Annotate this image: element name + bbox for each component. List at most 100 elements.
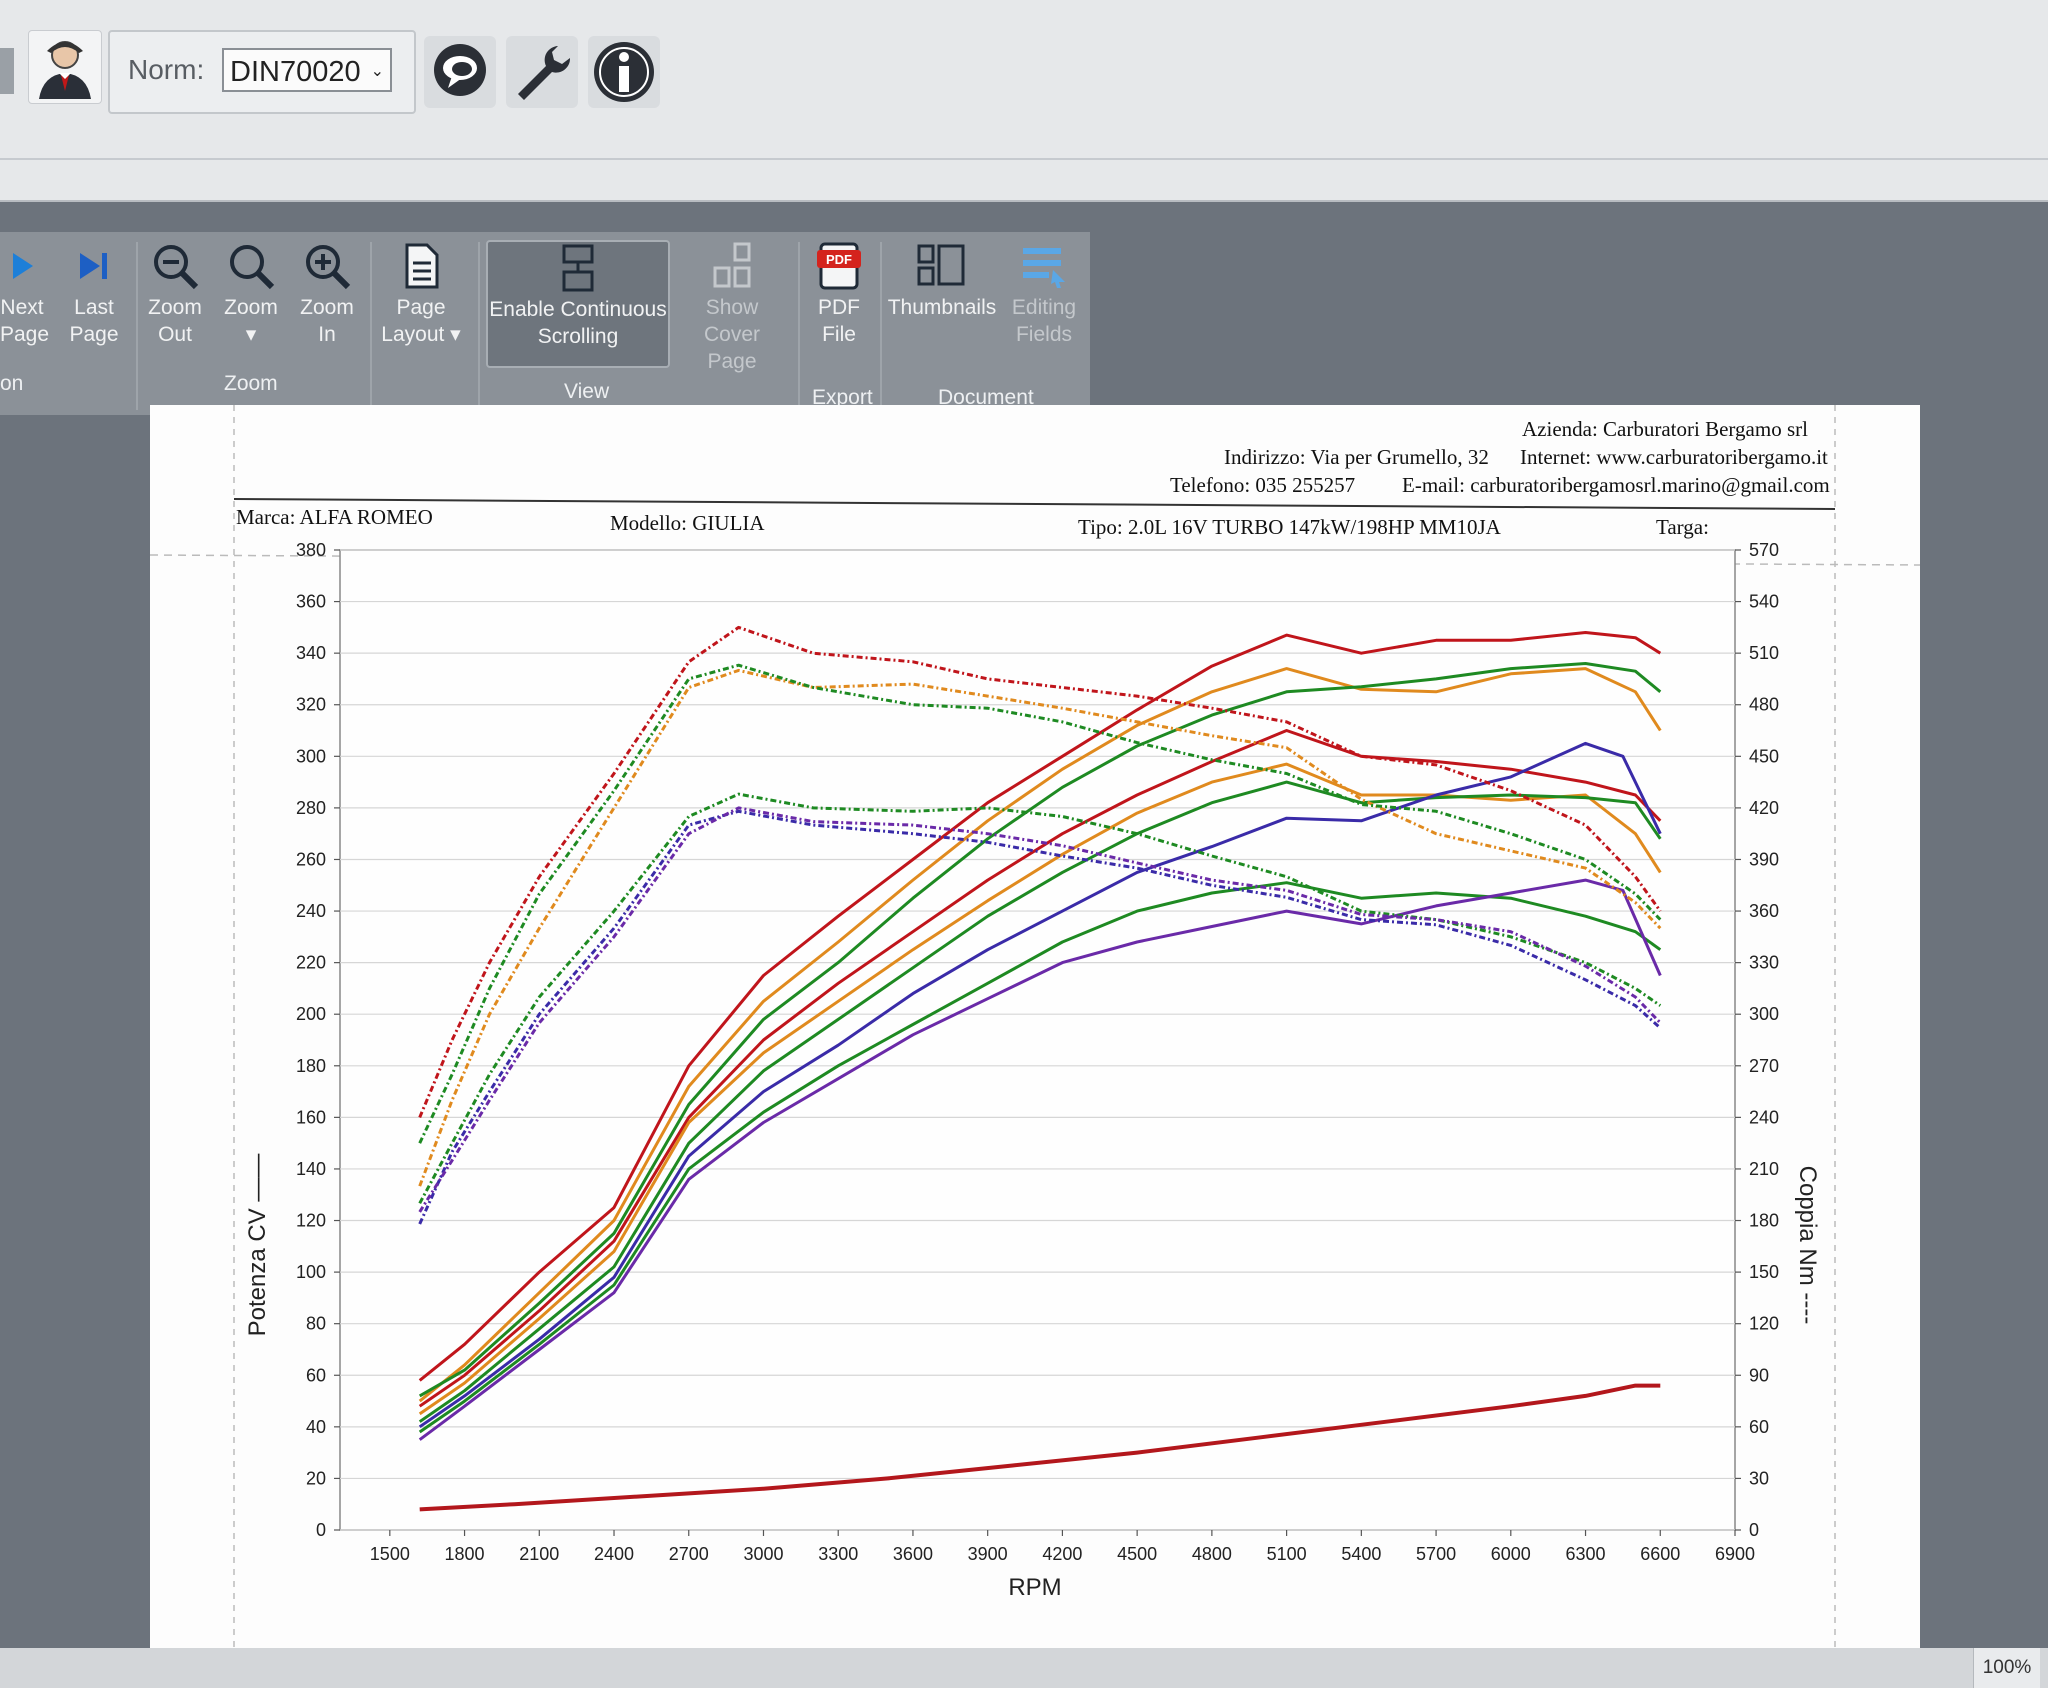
y2-tick-label: 570 xyxy=(1749,540,1779,560)
chevron-down-icon: ⌄ xyxy=(370,63,384,80)
info-icon xyxy=(594,42,654,102)
settings-button[interactable] xyxy=(506,36,578,108)
next-page-button[interactable]: Next Page xyxy=(0,240,50,348)
y-tick-label: 120 xyxy=(296,1211,326,1231)
x-tick-label: 5100 xyxy=(1267,1544,1307,1564)
y2-axis-label: Coppia Nm ---- xyxy=(1794,1166,1821,1325)
show-cover-page-button[interactable]: Show Cover Page xyxy=(676,240,788,375)
toolbar-separator xyxy=(0,158,2048,160)
pdf-file-label1: PDF xyxy=(818,296,860,319)
x-tick-label: 3000 xyxy=(743,1544,783,1564)
norm-group: Norm: DIN70020 ⌄ xyxy=(108,30,416,114)
zoom-level-indicator[interactable]: 100% xyxy=(1973,1648,2040,1688)
next-page-label1: Next xyxy=(0,296,44,319)
y2-tick-label: 270 xyxy=(1749,1056,1779,1076)
y2-tick-label: 510 xyxy=(1749,643,1779,663)
norm-select[interactable]: DIN70020 ⌄ xyxy=(222,48,392,92)
group-label-zoom: Zoom xyxy=(224,372,278,395)
y2-tick-label: 240 xyxy=(1749,1107,1779,1127)
y-tick-label: 320 xyxy=(296,695,326,715)
x-tick-label: 4800 xyxy=(1192,1544,1232,1564)
x-tick-label: 3900 xyxy=(968,1544,1008,1564)
group-divider xyxy=(136,242,138,410)
ribbon-empty-area xyxy=(1090,232,2048,415)
thumbnails-button[interactable]: Thumbnails xyxy=(886,240,998,321)
x-tick-label: 2400 xyxy=(594,1544,634,1564)
y-tick-label: 340 xyxy=(296,643,326,663)
chat-icon xyxy=(434,44,486,96)
y-tick-label: 260 xyxy=(296,849,326,869)
y-tick-label: 60 xyxy=(306,1365,326,1385)
x-tick-label: 5700 xyxy=(1416,1544,1456,1564)
zoom-out-label1: Zoom xyxy=(148,296,202,319)
thumbnails-label1: Thumbnails xyxy=(887,296,997,319)
y-tick-label: 200 xyxy=(296,1004,326,1024)
play-icon xyxy=(13,253,33,279)
editing-fields-label1: Editing xyxy=(1011,296,1077,319)
y2-tick-label: 60 xyxy=(1749,1417,1769,1437)
y-tick-label: 140 xyxy=(296,1159,326,1179)
x-tick-label: 6600 xyxy=(1640,1544,1680,1564)
x-tick-label: 4500 xyxy=(1117,1544,1157,1564)
y2-tick-label: 300 xyxy=(1749,1004,1779,1024)
last-page-label1: Last xyxy=(74,296,114,319)
x-tick-label: 3300 xyxy=(818,1544,858,1564)
group-divider xyxy=(880,242,882,410)
status-bar xyxy=(0,1648,2048,1688)
skip-end-icon xyxy=(80,253,107,279)
x-axis-label: RPM xyxy=(1008,1574,1061,1601)
last-page-label2: Page xyxy=(69,323,119,346)
zoom-out-label2: Out xyxy=(158,323,192,346)
editing-fields-icon xyxy=(1023,248,1065,288)
y-tick-label: 180 xyxy=(296,1056,326,1076)
zoom-label2: ▾ xyxy=(245,323,257,346)
y2-tick-label: 90 xyxy=(1749,1365,1769,1385)
y2-tick-label: 180 xyxy=(1749,1211,1779,1231)
pdf-file-label2: File xyxy=(822,323,856,346)
y-tick-label: 80 xyxy=(306,1314,326,1334)
continuous-scrolling-button[interactable]: Enable Continuous Scrolling xyxy=(486,240,670,368)
thumbnails-icon xyxy=(917,244,965,286)
continuous-scrolling-label1: Enable Continuous xyxy=(489,298,667,321)
zoom-icon xyxy=(230,245,275,290)
group-label-navigation: on xyxy=(0,372,24,395)
info-button[interactable] xyxy=(588,36,660,108)
y2-tick-label: 30 xyxy=(1749,1468,1769,1488)
next-page-label2: Page xyxy=(0,323,50,346)
editing-fields-label2: Fields xyxy=(1015,323,1073,346)
editing-fields-button[interactable]: Editing Fields xyxy=(1006,240,1082,348)
y2-tick-label: 450 xyxy=(1749,746,1779,766)
y2-tick-label: 480 xyxy=(1749,695,1779,715)
y2-tick-label: 0 xyxy=(1749,1520,1759,1540)
y2-tick-label: 330 xyxy=(1749,953,1779,973)
zoom-in-button[interactable]: Zoom In xyxy=(294,240,360,348)
user-icon[interactable] xyxy=(28,30,102,104)
y-tick-label: 240 xyxy=(296,901,326,921)
last-page-button[interactable]: Last Page xyxy=(64,240,124,348)
chat-button[interactable] xyxy=(424,36,496,108)
zoom-in-label2: In xyxy=(318,323,336,346)
group-divider xyxy=(478,242,480,410)
zoom-in-label1: Zoom xyxy=(300,296,354,319)
zoom-out-button[interactable]: Zoom Out xyxy=(142,240,208,348)
group-label-view: View xyxy=(564,380,610,403)
toolbar-edge-icon xyxy=(0,48,14,94)
ribbon: Next Page Last Page Zoom Out Zoom ▾ Zoom… xyxy=(0,232,1090,415)
norm-label: Norm: xyxy=(128,54,205,85)
continuous-scroll-icon xyxy=(562,244,594,292)
x-tick-label: 6300 xyxy=(1566,1544,1606,1564)
chart-grid xyxy=(339,549,1736,1531)
pdf-file-button[interactable]: PDF PDF File xyxy=(804,240,874,348)
y-tick-label: 220 xyxy=(296,953,326,973)
page-icon xyxy=(405,243,439,289)
y2-tick-label: 360 xyxy=(1749,901,1779,921)
show-cover-page-label2: Page xyxy=(707,350,757,373)
y-tick-label: 40 xyxy=(306,1417,326,1437)
y2-tick-label: 390 xyxy=(1749,849,1779,869)
zoom-dropdown-button[interactable]: Zoom ▾ xyxy=(218,240,284,348)
continuous-scrolling-label2: Scrolling xyxy=(537,325,619,348)
y-tick-label: 300 xyxy=(296,746,326,766)
x-tick-label: 1500 xyxy=(370,1544,410,1564)
x-tick-label: 6000 xyxy=(1491,1544,1531,1564)
page-layout-button[interactable]: Page Layout ▾ xyxy=(376,240,466,348)
